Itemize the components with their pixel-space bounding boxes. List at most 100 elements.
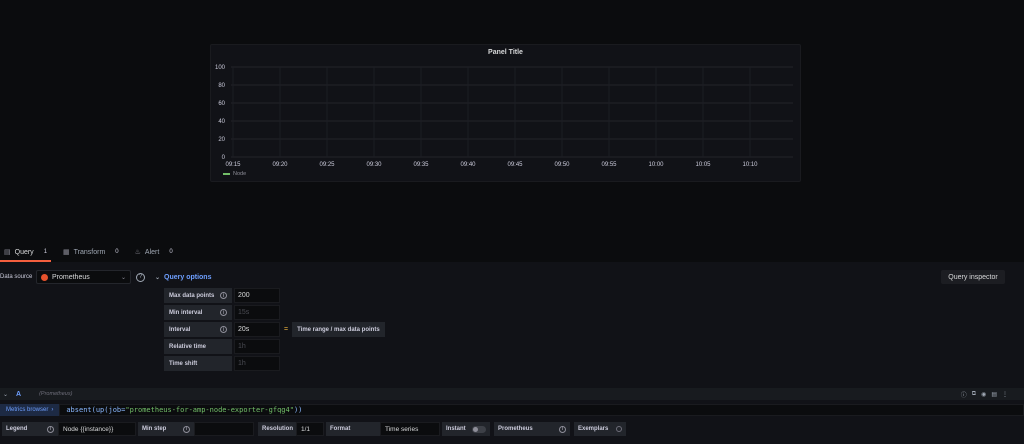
legend-option-label: Legend i: [2, 422, 58, 436]
datasource-label: Data source: [0, 274, 33, 280]
bell-icon: ♨: [134, 249, 141, 256]
query-options-label: Query options: [164, 273, 212, 281]
y-axis-ticks: 100 80 60 40 20 0: [215, 65, 226, 161]
option-label: Time shift: [164, 356, 232, 371]
x-tick-label: 09:55: [601, 162, 617, 168]
database-icon: ▤: [4, 249, 11, 256]
legend-input[interactable]: Node {{instance}}: [58, 422, 136, 436]
max-data-points-input[interactable]: 200: [234, 288, 280, 303]
x-tick-label: 09:50: [554, 162, 570, 168]
instant-toggle[interactable]: [472, 425, 486, 433]
option-label: Max data points i: [164, 288, 232, 303]
query-expression-input[interactable]: absent(up(job= "prometheus-for-amp-node-…: [59, 404, 1024, 416]
datasource-select[interactable]: Prometheus ⌄: [36, 270, 131, 284]
interval-value: 20s: [234, 322, 280, 337]
trash-icon[interactable]: ▤: [991, 391, 997, 398]
tab-transform-count: 0: [115, 249, 119, 255]
y-tick-label: 60: [218, 101, 225, 107]
equals-icon: =: [284, 326, 289, 333]
resolution-select[interactable]: 1/1: [296, 422, 324, 436]
x-tick-label: 09:30: [366, 162, 382, 168]
time-shift-input[interactable]: 1h: [234, 356, 280, 371]
chevron-right-icon: ›: [51, 407, 54, 413]
chart-svg: 100806040200 09:15 09:20 09:25 09:30 09:35 09…: [215, 65, 793, 168]
relative-time-input[interactable]: 1h: [234, 339, 280, 354]
tab-alert-count: 0: [169, 249, 173, 255]
tab-alert-label: Alert: [144, 248, 160, 256]
option-label: Min interval i: [164, 305, 232, 320]
option-time-shift: Time shift 1h: [164, 356, 280, 371]
tab-query-count: 1: [43, 249, 48, 255]
x-axis-ticks: 09:15 09:20 09:25 09:30 09:35 09:40 09:45 09:50…: [225, 162, 758, 168]
query-options-toggle[interactable]: ⌄ Query options: [155, 274, 211, 281]
query-row-options: Legend i Node {{instance}} Min step i Reso…: [0, 422, 1024, 436]
info-icon[interactable]: i: [220, 292, 227, 299]
exemplars-label: Exemplars: [574, 422, 626, 436]
transform-icon: ▦: [63, 249, 70, 256]
interval-aside-label: Time range / max data points: [292, 322, 385, 337]
chart-grid: [231, 66, 793, 158]
datasource-selected: Prometheus: [52, 273, 90, 281]
drag-handle-icon[interactable]: ⋮: [1002, 391, 1008, 398]
x-tick-label: 09:35: [413, 162, 429, 168]
x-tick-label: 10:10: [742, 162, 758, 168]
instant-label: Instant: [442, 422, 490, 436]
x-tick-label: 09:20: [272, 162, 288, 168]
query-actions: ⓘ ⧉ ◉ ▤ ⋮: [961, 388, 1008, 400]
y-tick-label: 0: [222, 155, 226, 161]
x-tick-label: 09:25: [319, 162, 335, 168]
option-relative-time: Relative time 1h: [164, 339, 280, 354]
legend[interactable]: Node: [223, 171, 246, 177]
option-label: Relative time: [164, 339, 232, 354]
x-tick-label: 09:40: [460, 162, 476, 168]
query-letter: A: [16, 390, 22, 398]
y-tick-label: 100: [215, 65, 226, 71]
min-step-input[interactable]: [194, 422, 254, 436]
y-tick-label: 40: [218, 119, 225, 125]
info-icon[interactable]: i: [559, 425, 566, 433]
datasource-row: Data source Prometheus ⌄ ? ⌄ Query optio…: [0, 270, 211, 284]
interval-aside: = Time range / max data points: [284, 322, 385, 337]
format-select[interactable]: Time series: [380, 422, 440, 436]
y-tick-label: 80: [218, 83, 225, 89]
option-min-interval: Min interval i 15s: [164, 305, 280, 320]
chevron-down-icon[interactable]: ⌄: [3, 391, 8, 398]
eye-icon[interactable]: ◉: [981, 391, 986, 398]
help-icon[interactable]: ⓘ: [961, 390, 967, 399]
prometheus-type-label: Prometheus i: [494, 422, 570, 436]
resolution-label: Resolution: [258, 422, 296, 436]
option-max-data-points: Max data points i 200: [164, 288, 280, 303]
x-tick-label: 10:00: [648, 162, 664, 168]
tab-transform-label: Transform: [73, 248, 106, 256]
info-icon[interactable]: i: [220, 326, 227, 333]
metrics-browser-button[interactable]: Metrics browser ›: [0, 404, 60, 416]
format-label: Format: [326, 422, 380, 436]
x-tick-label: 10:05: [695, 162, 711, 168]
chevron-down-icon: ⌄: [120, 274, 126, 281]
option-label: Interval i: [164, 322, 232, 337]
duplicate-icon[interactable]: ⧉: [972, 391, 976, 398]
editor-tabs: ▤ Query 1 ▦ Transform 0 ♨ Alert 0: [0, 242, 1024, 262]
tab-query[interactable]: ▤ Query 1: [0, 242, 52, 262]
exemplars-toggle[interactable]: [616, 426, 622, 432]
query-editor: Data source Prometheus ⌄ ? ⌄ Query optio…: [0, 262, 1024, 444]
min-step-label: Min step i: [138, 422, 194, 436]
option-interval: Interval i 20s = Time range / max data po…: [164, 322, 385, 337]
x-tick-label: 09:15: [225, 162, 241, 168]
min-interval-input[interactable]: 15s: [234, 305, 280, 320]
info-icon[interactable]: i: [47, 425, 54, 433]
query-datasource-hint: (Prometheus): [39, 391, 73, 397]
panel: Panel Title 100 80 60 40 20 0 09:15 09:20 09:25…: [210, 44, 801, 182]
prometheus-icon: [41, 273, 48, 281]
tab-alert[interactable]: ♨ Alert 0: [131, 242, 177, 262]
help-icon[interactable]: ?: [136, 272, 145, 282]
legend-label: Node: [233, 171, 247, 177]
metrics-row: Metrics browser › absent(up(job= "promet…: [0, 404, 1024, 416]
tab-query-label: Query: [14, 248, 34, 256]
info-icon[interactable]: i: [220, 309, 227, 316]
query-inspector-button[interactable]: Query inspector: [941, 270, 1005, 284]
info-icon[interactable]: i: [183, 425, 190, 433]
chevron-down-icon: ⌄: [155, 274, 161, 281]
query-row-header[interactable]: ⌄ A (Prometheus) ⓘ ⧉ ◉ ▤ ⋮: [0, 388, 1024, 400]
tab-transform[interactable]: ▦ Transform 0: [59, 242, 123, 262]
